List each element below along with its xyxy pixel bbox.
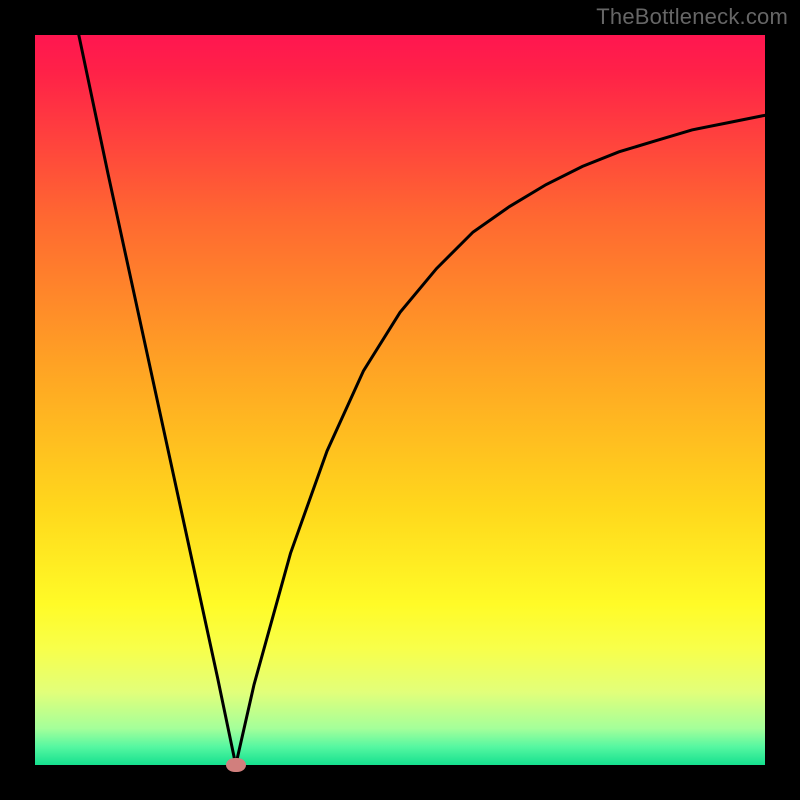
minimum-marker (226, 758, 246, 772)
chart-frame: TheBottleneck.com (0, 0, 800, 800)
plot-area (35, 35, 765, 765)
watermark-label: TheBottleneck.com (596, 4, 788, 30)
gradient-background (35, 35, 765, 765)
